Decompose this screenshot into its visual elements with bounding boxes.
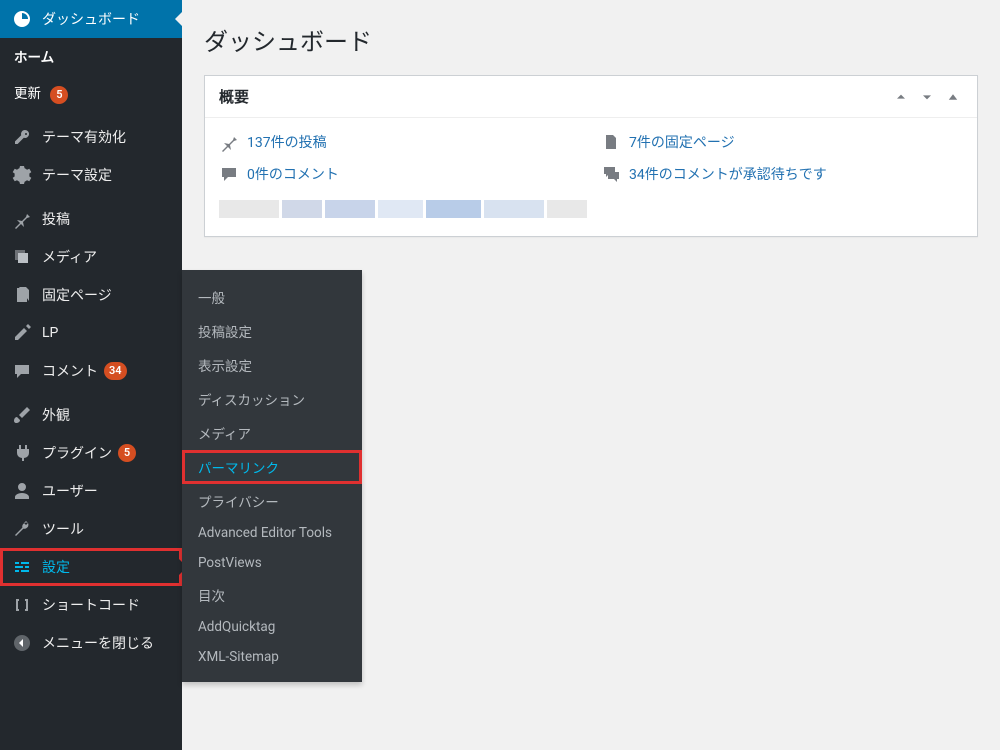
sidebar-item-lp[interactable]: LP bbox=[0, 314, 182, 352]
flyout-item-media[interactable]: メディア bbox=[182, 416, 362, 450]
flyout-item-permalink[interactable]: パーマリンク bbox=[182, 450, 362, 484]
flyout-item-discussion[interactable]: ディスカッション bbox=[182, 382, 362, 416]
pages-icon bbox=[601, 132, 621, 152]
flyout-item-postviews[interactable]: PostViews bbox=[182, 548, 362, 578]
sidebar-label: メディア bbox=[42, 247, 97, 267]
sidebar-label: メニューを閉じる bbox=[42, 633, 154, 653]
pages-icon bbox=[12, 285, 32, 305]
triangle-up-icon[interactable] bbox=[943, 87, 963, 107]
updates-badge: 5 bbox=[50, 86, 68, 104]
sidebar-item-pages[interactable]: 固定ページ bbox=[0, 276, 182, 314]
sidebar-sub-updates[interactable]: 更新 5 bbox=[0, 74, 182, 112]
sidebar-item-collapse[interactable]: メニューを閉じる bbox=[0, 624, 182, 662]
pin-icon bbox=[12, 209, 32, 229]
flyout-item-aet[interactable]: Advanced Editor Tools bbox=[182, 518, 362, 548]
stat-comments[interactable]: 0件のコメント bbox=[219, 164, 581, 184]
active-arrow-icon bbox=[175, 11, 183, 27]
admin-sidebar: ダッシュボード ホーム 更新 5 テーマ有効化 テーマ設定 投稿 メディア 固定… bbox=[0, 0, 182, 750]
flyout-item-toc[interactable]: 目次 bbox=[182, 578, 362, 612]
overview-panel: 概要 137件の投稿 7件の固定ページ 0件のコメント bbox=[204, 75, 978, 237]
sidebar-label: ツール bbox=[42, 519, 84, 539]
sidebar-label: 設定 bbox=[42, 557, 70, 577]
settings-flyout: 一般 投稿設定 表示設定 ディスカッション メディア パーマリンク プライバシー… bbox=[182, 270, 362, 682]
pencil-icon bbox=[12, 323, 32, 343]
sidebar-label: ダッシュボード bbox=[42, 9, 140, 29]
main-content: ダッシュボード 概要 137件の投稿 7件の固定ページ bbox=[182, 0, 1000, 249]
gear-icon bbox=[12, 165, 32, 185]
redacted-info bbox=[219, 200, 963, 218]
panel-controls bbox=[891, 87, 963, 107]
flyout-item-reading[interactable]: 表示設定 bbox=[182, 348, 362, 382]
pin-icon bbox=[219, 132, 239, 152]
sidebar-label: 固定ページ bbox=[42, 285, 112, 305]
comments-icon bbox=[601, 164, 621, 184]
sidebar-label: テーマ設定 bbox=[42, 165, 112, 185]
sidebar-sub-home[interactable]: ホーム bbox=[0, 38, 182, 74]
sidebar-item-appearance[interactable]: 外観 bbox=[0, 396, 182, 434]
sidebar-item-media[interactable]: メディア bbox=[0, 238, 182, 276]
page-title: ダッシュボード bbox=[204, 22, 978, 57]
sidebar-item-plugins[interactable]: プラグイン 5 bbox=[0, 434, 182, 472]
media-icon bbox=[12, 247, 32, 267]
flyout-item-writing[interactable]: 投稿設定 bbox=[182, 314, 362, 348]
panel-body: 137件の投稿 7件の固定ページ 0件のコメント 34件のコメントが承認待ちです bbox=[205, 118, 977, 236]
key-icon bbox=[12, 127, 32, 147]
flyout-item-general[interactable]: 一般 bbox=[182, 280, 362, 314]
sidebar-label: 投稿 bbox=[42, 209, 70, 229]
shortcode-icon bbox=[12, 595, 32, 615]
sidebar-item-settings[interactable]: 設定 bbox=[0, 548, 182, 586]
sidebar-label: ショートコード bbox=[42, 595, 140, 615]
sidebar-item-users[interactable]: ユーザー bbox=[0, 472, 182, 510]
sidebar-label: LP bbox=[42, 325, 58, 341]
flyout-item-addquicktag[interactable]: AddQuicktag bbox=[182, 612, 362, 642]
comment-icon bbox=[219, 164, 239, 184]
comments-badge: 34 bbox=[104, 362, 127, 380]
sidebar-item-dashboard[interactable]: ダッシュボード bbox=[0, 0, 182, 38]
panel-title: 概要 bbox=[219, 86, 249, 107]
flyout-item-privacy[interactable]: プライバシー bbox=[182, 484, 362, 518]
sidebar-label: ユーザー bbox=[42, 481, 98, 501]
flyout-item-xmlsitemap[interactable]: XML-Sitemap bbox=[182, 642, 362, 672]
sidebar-item-theme-settings[interactable]: テーマ設定 bbox=[0, 156, 182, 194]
sidebar-item-posts[interactable]: 投稿 bbox=[0, 200, 182, 238]
stat-pages[interactable]: 7件の固定ページ bbox=[601, 132, 963, 152]
dashboard-icon bbox=[12, 9, 32, 29]
chevron-up-icon[interactable] bbox=[891, 87, 911, 107]
sidebar-item-theme-activation[interactable]: テーマ有効化 bbox=[0, 118, 182, 156]
chevron-down-icon[interactable] bbox=[917, 87, 937, 107]
user-icon bbox=[12, 481, 32, 501]
comment-icon bbox=[12, 361, 32, 381]
sidebar-item-shortcode[interactable]: ショートコード bbox=[0, 586, 182, 624]
stat-pending-comments[interactable]: 34件のコメントが承認待ちです bbox=[601, 164, 963, 184]
stat-posts[interactable]: 137件の投稿 bbox=[219, 132, 581, 152]
sliders-icon bbox=[12, 557, 32, 577]
sidebar-label: コメント bbox=[42, 361, 98, 381]
plugin-icon bbox=[12, 443, 32, 463]
sidebar-label: 外観 bbox=[42, 405, 70, 425]
panel-header: 概要 bbox=[205, 76, 977, 118]
sidebar-item-comments[interactable]: コメント 34 bbox=[0, 352, 182, 390]
brush-icon bbox=[12, 405, 32, 425]
collapse-icon bbox=[12, 633, 32, 653]
sidebar-label: テーマ有効化 bbox=[42, 127, 126, 147]
wrench-icon bbox=[12, 519, 32, 539]
plugins-badge: 5 bbox=[118, 444, 136, 462]
sidebar-label: プラグイン bbox=[42, 443, 112, 463]
sidebar-item-tools[interactable]: ツール bbox=[0, 510, 182, 548]
